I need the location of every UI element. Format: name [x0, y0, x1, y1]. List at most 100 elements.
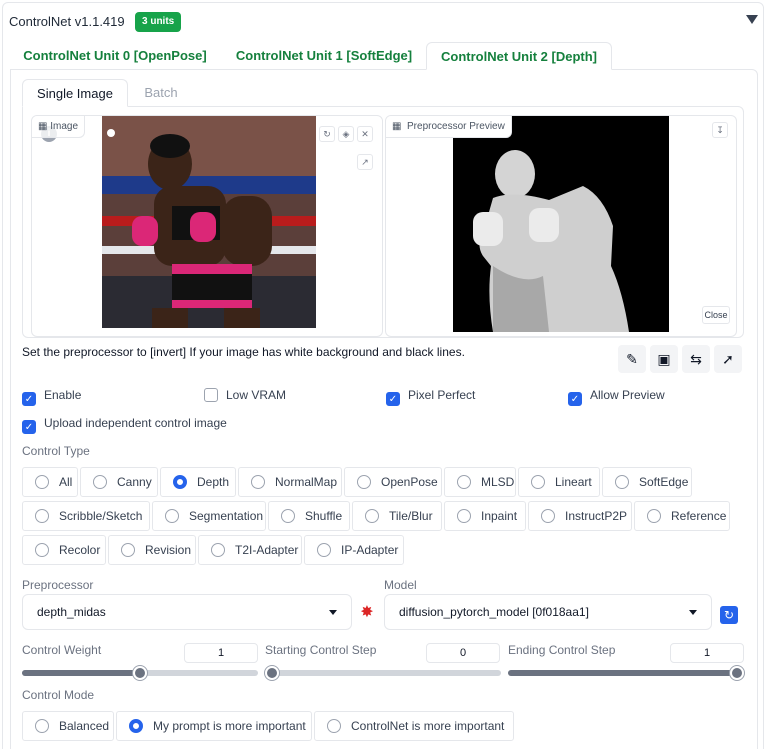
radio-icon — [35, 543, 49, 557]
preprocessor-hint: Set the preprocessor to [invert] If your… — [22, 345, 465, 359]
slider-thumb[interactable] — [133, 666, 147, 680]
radio-tile-blur[interactable]: Tile/Blur — [352, 501, 442, 531]
radio-icon — [541, 509, 555, 523]
send-dimensions-icon[interactable]: ➚ — [714, 345, 742, 373]
control-type-label: Control Type — [22, 444, 90, 458]
radio-selected-icon — [129, 719, 143, 733]
radio-icon — [35, 509, 49, 523]
starting-step-label: Starting Control Step — [265, 643, 377, 657]
radio-icon — [317, 543, 331, 557]
pixel-perfect-checkbox[interactable]: ✓ Pixel Perfect — [386, 387, 475, 406]
radio-icon — [615, 475, 629, 489]
radio-scribble-sketch[interactable]: Scribble/Sketch — [22, 501, 150, 531]
radio-controlnet-important[interactable]: ControlNet is more important — [314, 711, 514, 741]
enable-checkbox[interactable]: ✓ Enable — [22, 387, 81, 406]
image-pane[interactable]: ▦ Image i ↻ ◈ ✕ ↗ — [31, 115, 383, 337]
radio-icon — [281, 509, 295, 523]
control-mode-label: Control Mode — [22, 688, 95, 702]
radio-icon — [121, 543, 135, 557]
preprocessor-select[interactable]: depth_midas — [22, 594, 352, 630]
radio-shuffle[interactable]: Shuffle — [268, 501, 350, 531]
image-input-area: ▦ Image i ↻ ◈ ✕ ↗ — [22, 106, 744, 338]
image-pane-label: ▦ Image — [32, 116, 86, 138]
model-select[interactable]: diffusion_pytorch_model [0f018aa1] — [384, 594, 712, 630]
tab-unit-1[interactable]: ControlNet Unit 1 [SoftEdge] — [222, 42, 426, 70]
checkmark-icon: ✓ — [568, 392, 582, 406]
radio-inpaint[interactable]: Inpaint — [444, 501, 526, 531]
rotate-icon[interactable]: ↻ — [319, 126, 335, 142]
radio-prompt-important[interactable]: My prompt is more important — [116, 711, 312, 741]
radio-softedge[interactable]: SoftEdge — [602, 467, 692, 497]
clear-icon[interactable]: ✕ — [357, 126, 373, 142]
run-preprocessor-explosion-icon[interactable]: ✸ — [356, 602, 378, 624]
radio-all[interactable]: All — [22, 467, 78, 497]
radio-icon — [457, 475, 471, 489]
slider-fill — [508, 670, 744, 676]
radio-openpose[interactable]: OpenPose — [344, 467, 442, 497]
starting-step-slider[interactable] — [265, 666, 501, 680]
control-weight-input[interactable]: 1 — [184, 643, 258, 663]
brush-icon[interactable]: ↗ — [357, 154, 373, 170]
radio-icon — [35, 719, 49, 733]
radio-balanced[interactable]: Balanced — [22, 711, 114, 741]
tab-batch[interactable]: Batch — [130, 79, 192, 107]
ending-step-slider[interactable] — [508, 666, 744, 680]
radio-mlsd[interactable]: MLSD — [444, 467, 516, 497]
model-label: Model — [384, 578, 417, 592]
close-preview-button[interactable]: Close — [702, 306, 730, 324]
radio-icon — [457, 509, 471, 523]
preview-pane-label: ▦ Preprocessor Preview — [386, 116, 512, 138]
units-badge: 3 units — [135, 12, 182, 32]
collapse-triangle-icon[interactable] — [746, 15, 758, 24]
radio-icon — [165, 509, 179, 523]
radio-selected-icon — [173, 475, 187, 489]
radio-icon — [647, 509, 661, 523]
radio-segmentation[interactable]: Segmentation — [152, 501, 266, 531]
chevron-down-icon — [689, 610, 697, 615]
swap-icon[interactable]: ⇆ — [682, 345, 710, 373]
download-icon[interactable]: ↧ — [712, 122, 728, 138]
radio-instructp2p[interactable]: InstructP2P — [528, 501, 632, 531]
radio-normalmap[interactable]: NormalMap — [238, 467, 342, 497]
panel-title: ControlNet v1.1.419 — [9, 14, 125, 29]
radio-icon — [93, 475, 107, 489]
radio-ip-adapter[interactable]: IP-Adapter — [304, 535, 404, 565]
radio-reference[interactable]: Reference — [634, 501, 730, 531]
radio-icon — [365, 509, 379, 523]
ending-step-label: Ending Control Step — [508, 643, 616, 657]
tab-unit-0[interactable]: ControlNet Unit 0 [OpenPose] — [10, 42, 220, 70]
radio-icon — [357, 475, 371, 489]
starting-step-input[interactable]: 0 — [426, 643, 500, 663]
radio-icon — [531, 475, 545, 489]
checkmark-icon: ✓ — [22, 420, 36, 434]
allow-preview-checkbox[interactable]: ✓ Allow Preview — [568, 387, 665, 406]
uploaded-boxer-image — [102, 116, 316, 328]
radio-canny[interactable]: Canny — [80, 467, 158, 497]
slider-fill — [22, 670, 140, 676]
radio-t2i-adapter[interactable]: T2I-Adapter — [198, 535, 302, 565]
empty-checkbox-icon — [204, 388, 218, 402]
image-icon: ▦ — [38, 121, 48, 132]
edit-icon[interactable]: ✎ — [618, 345, 646, 373]
upload-independent-checkbox[interactable]: ✓ Upload independent control image — [22, 415, 227, 434]
ending-step-input[interactable]: 1 — [670, 643, 744, 663]
control-weight-slider[interactable] — [22, 666, 258, 680]
radio-recolor[interactable]: Recolor — [22, 535, 106, 565]
radio-revision[interactable]: Revision — [108, 535, 196, 565]
control-weight-label: Control Weight — [22, 643, 102, 657]
radio-icon — [251, 475, 265, 489]
image-icon: ▦ — [392, 121, 402, 132]
preprocessor-preview-pane: ▦ Preprocessor Preview ↧ Close — [385, 115, 737, 337]
low-vram-checkbox[interactable]: Low VRAM — [204, 387, 286, 403]
radio-depth[interactable]: Depth — [160, 467, 236, 497]
radio-icon — [35, 475, 49, 489]
slider-thumb[interactable] — [730, 666, 744, 680]
radio-lineart[interactable]: Lineart — [518, 467, 600, 497]
depth-map-preview — [453, 116, 669, 332]
camera-icon[interactable]: ▣ — [650, 345, 678, 373]
tab-unit-2[interactable]: ControlNet Unit 2 [Depth] — [426, 42, 612, 70]
slider-thumb[interactable] — [265, 666, 279, 680]
tab-single-image[interactable]: Single Image — [22, 79, 128, 107]
refresh-models-icon[interactable]: ↻ — [720, 606, 738, 624]
erase-icon[interactable]: ◈ — [338, 126, 354, 142]
